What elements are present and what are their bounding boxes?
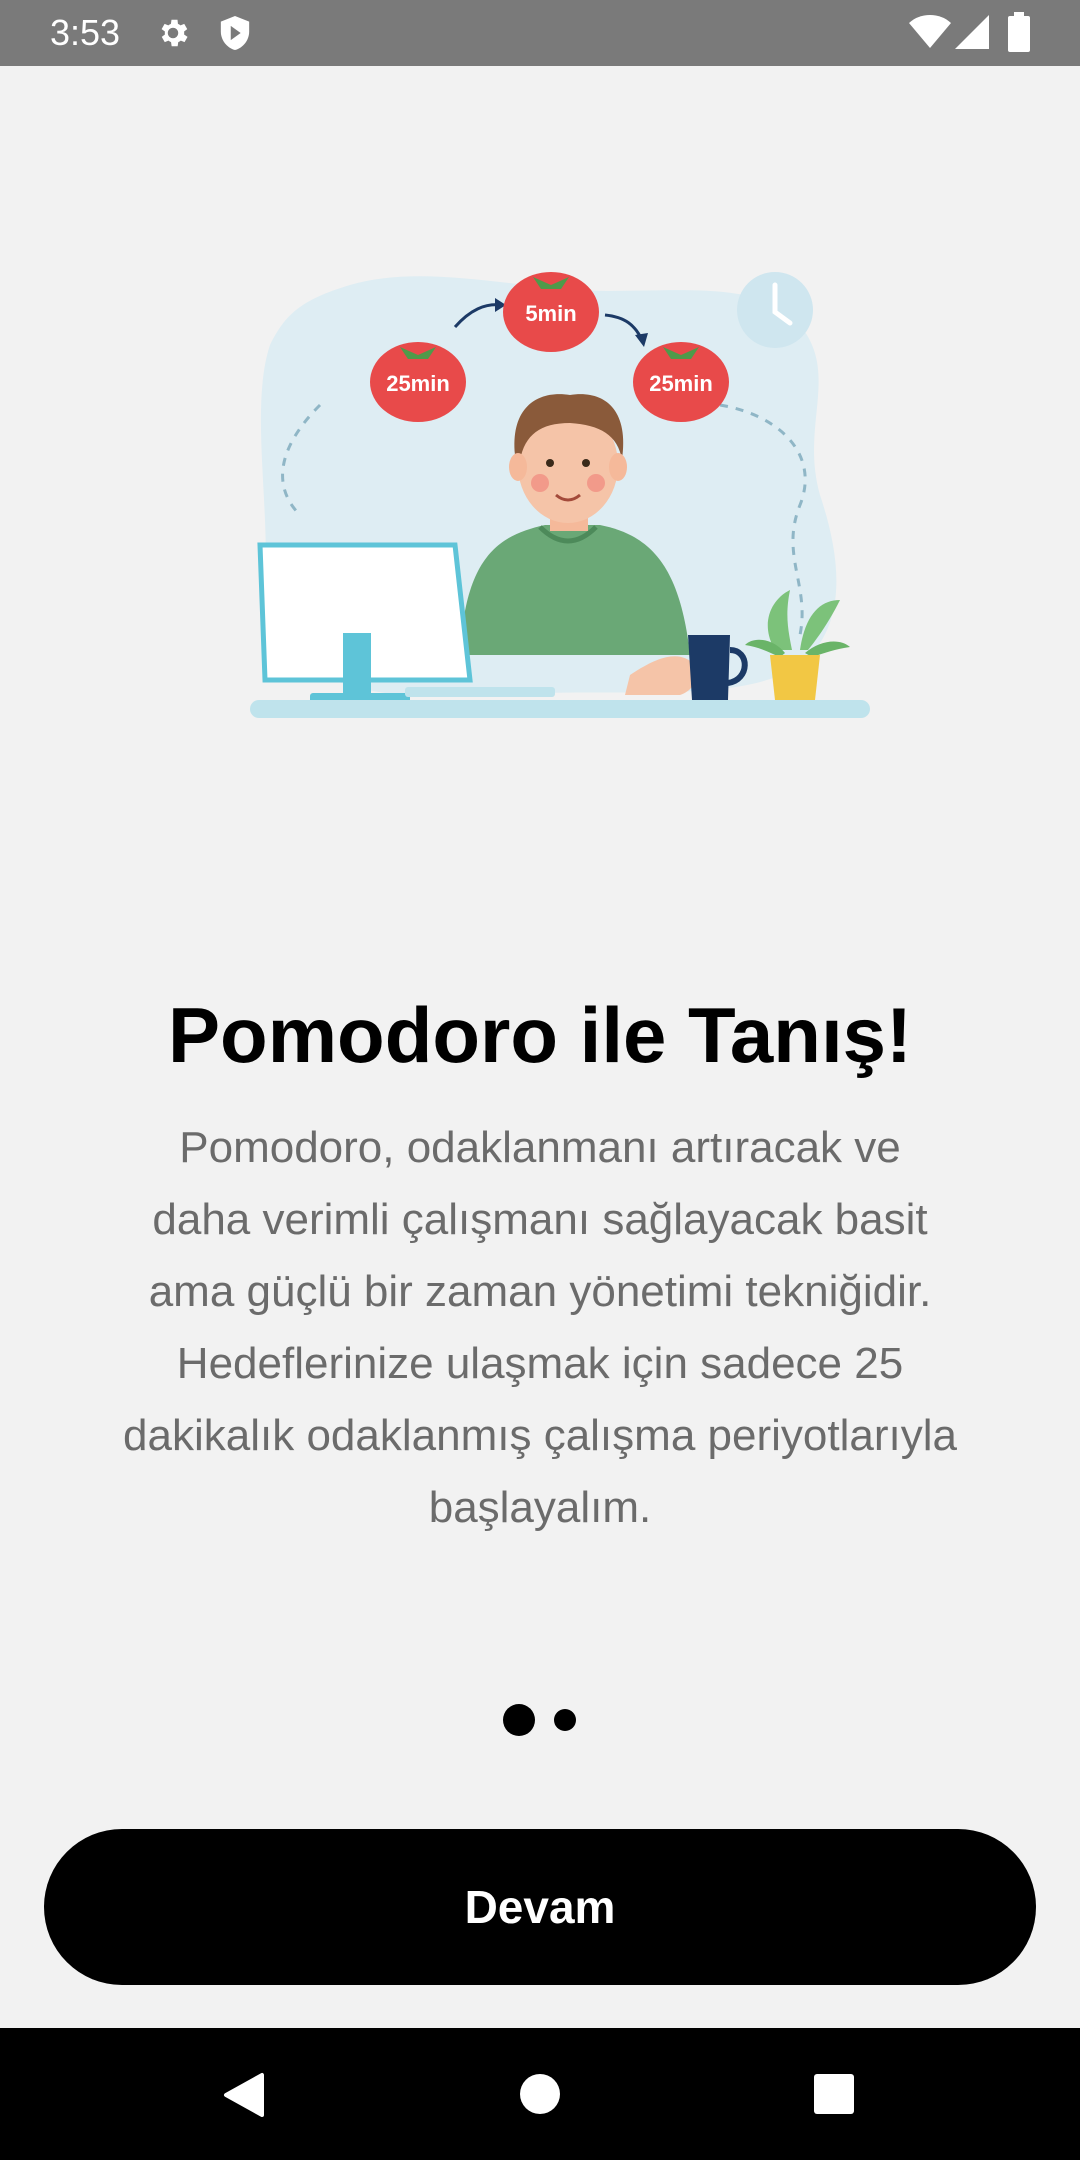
page-title: Pomodoro ile Tanış!: [168, 991, 912, 1079]
continue-button-label: Devam: [464, 1881, 616, 1933]
onboarding-screen: 3:53 25min 5min 25min Pomodoro ile Tanış…: [0, 0, 1080, 2160]
home-icon[interactable]: [519, 2073, 561, 2120]
continue-button[interactable]: Devam: [44, 1829, 1036, 1985]
description-text: Pomodoro, odaklanmanı artıracak ve daha …: [123, 1123, 957, 1532]
signal-icon: [954, 14, 990, 55]
navigation-bar: [0, 2028, 1080, 2160]
back-icon[interactable]: [222, 2072, 266, 2123]
wifi-icon: [908, 14, 952, 55]
shield-icon: [218, 14, 252, 57]
status-time: 3:53: [50, 12, 121, 53]
recents-icon[interactable]: [814, 2074, 854, 2119]
status-bar: 3:53: [0, 0, 1080, 66]
page-dot-active[interactable]: [503, 1704, 535, 1736]
timer-1-label: 25min: [386, 371, 450, 396]
timer-3-label: 25min: [649, 371, 713, 396]
page-indicator: [0, 1700, 1080, 1740]
page-dot-inactive[interactable]: [554, 1709, 576, 1731]
pomodoro-illustration: 25min 5min 25min: [240, 255, 880, 735]
battery-icon: [1008, 12, 1030, 57]
timer-2-label: 5min: [525, 301, 576, 326]
gear-icon: [155, 15, 191, 56]
